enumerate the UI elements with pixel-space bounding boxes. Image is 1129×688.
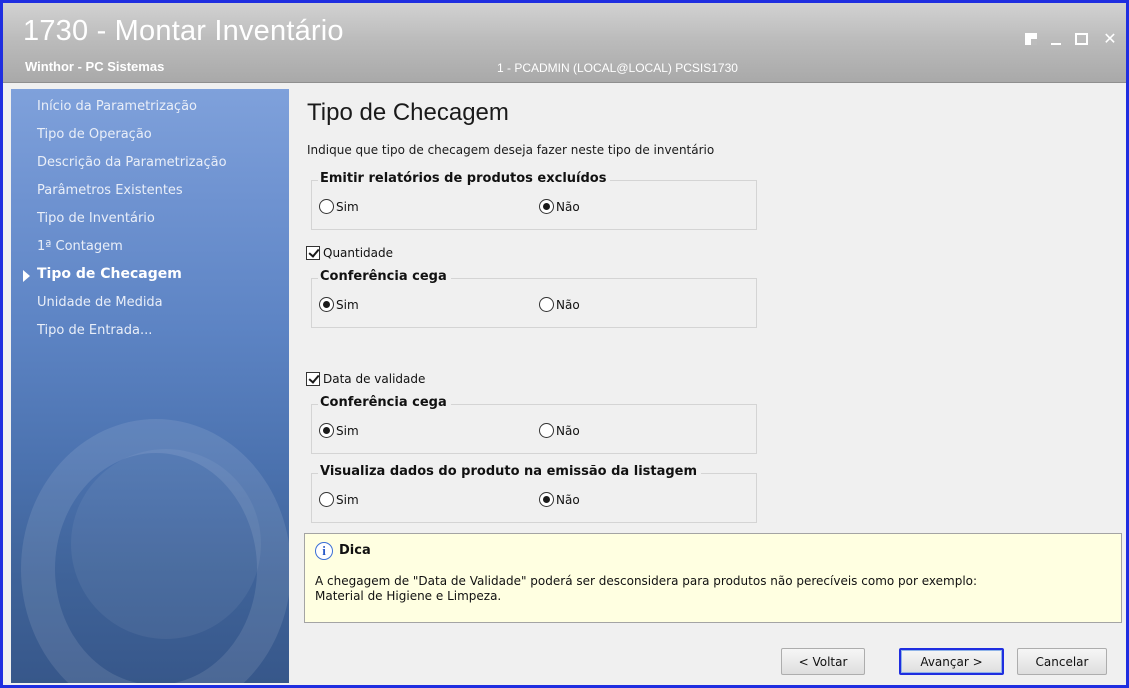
group-title: Conferência cega: [318, 269, 451, 284]
wizard-content: Tipo de Checagem Indique que tipo de che…: [295, 89, 1125, 683]
radio-dot: [319, 423, 334, 438]
step-tipo-operacao: Tipo de Operação: [37, 127, 152, 142]
step-tipo-entrada: Tipo de Entrada...: [37, 323, 153, 338]
radio-visualiza-sim[interactable]: Sim: [319, 492, 359, 507]
group-title: Visualiza dados do produto na emissão da…: [318, 464, 702, 479]
maximize-icon[interactable]: [1075, 33, 1088, 45]
step-parametros-existentes: Parâmetros Existentes: [37, 183, 183, 198]
radio-dot: [319, 199, 334, 214]
title-bar[interactable]: 1730 - Montar Inventário Winthor - PC Si…: [3, 3, 1126, 83]
minimize-icon[interactable]: [1051, 43, 1061, 45]
cancel-button[interactable]: Cancelar: [1017, 648, 1107, 675]
tip-text-line: A chegagem de "Data de Validade" poderá …: [315, 574, 978, 588]
radio-visualiza-nao[interactable]: Não: [539, 492, 580, 507]
group-conferencia-cega-quantidade: Conferência cega Sim Não: [311, 269, 757, 328]
checkbox-box: [306, 372, 320, 386]
radio-label: Não: [556, 423, 580, 438]
window-controls: ✕: [1025, 29, 1118, 49]
radio-label: Sim: [336, 492, 359, 507]
radio-label: Não: [556, 492, 580, 507]
radio-label: Sim: [336, 199, 359, 214]
radio-dot: [539, 492, 554, 507]
wizard-window: 1730 - Montar Inventário Winthor - PC Si…: [0, 0, 1129, 688]
step-tipo-inventario: Tipo de Inventário: [37, 211, 155, 226]
radio-excluidos-sim[interactable]: Sim: [319, 199, 359, 214]
close-icon[interactable]: ✕: [1102, 31, 1118, 47]
radio-dot: [539, 199, 554, 214]
watermark-logo-inner: [71, 449, 261, 639]
group-emitir-relatorios: Emitir relatórios de produtos excluídos …: [311, 171, 757, 230]
current-step-arrow-icon: [23, 270, 30, 282]
checkbox-label: Data de validade: [323, 372, 426, 386]
checkbox-box: [306, 246, 320, 260]
window-subtitle: Winthor - PC Sistemas: [25, 59, 165, 74]
radio-dot: [539, 423, 554, 438]
next-button[interactable]: Avançar >: [899, 648, 1004, 675]
user-info: 1 - PCADMIN (LOCAL@LOCAL) PCSIS1730: [497, 61, 738, 75]
tip-box: i Dica A chegagem de "Data de Validade" …: [304, 533, 1122, 623]
radio-excluidos-nao[interactable]: Não: [539, 199, 580, 214]
radio-validade-cega-sim[interactable]: Sim: [319, 423, 359, 438]
checkbox-quantidade[interactable]: Quantidade: [306, 246, 393, 260]
page-title: Tipo de Checagem: [307, 99, 509, 126]
group-title: Conferência cega: [318, 395, 451, 410]
step-unidade-medida: Unidade de Medida: [37, 295, 163, 310]
wizard-steps-sidebar: Início da Parametrização Tipo de Operaçã…: [11, 89, 289, 683]
radio-dot: [319, 492, 334, 507]
group-visualiza-dados: Visualiza dados do produto na emissão da…: [311, 464, 757, 523]
checkbox-data-validade[interactable]: Data de validade: [306, 372, 425, 386]
radio-quantidade-cega-nao[interactable]: Não: [539, 297, 580, 312]
radio-quantidade-cega-sim[interactable]: Sim: [319, 297, 359, 312]
step-tipo-checagem: Tipo de Checagem: [37, 266, 182, 282]
tip-text-line: Material de Higiene e Limpeza.: [315, 589, 502, 603]
page-description: Indique que tipo de checagem deseja faze…: [307, 143, 715, 157]
checkbox-label: Quantidade: [323, 246, 394, 260]
radio-label: Não: [556, 199, 580, 214]
group-title: Emitir relatórios de produtos excluídos: [318, 171, 611, 186]
radio-label: Sim: [336, 297, 359, 312]
back-button[interactable]: < Voltar: [781, 648, 865, 675]
radio-validade-cega-nao[interactable]: Não: [539, 423, 580, 438]
group-conferencia-cega-validade: Conferência cega Sim Não: [311, 395, 757, 454]
radio-label: Sim: [336, 423, 359, 438]
tip-text: A chegagem de "Data de Validade" poderá …: [315, 574, 1115, 604]
info-icon: i: [315, 542, 333, 560]
window-title: 1730 - Montar Inventário: [23, 15, 344, 47]
radio-dot: [539, 297, 554, 312]
restore-icon[interactable]: [1025, 33, 1037, 45]
step-descricao-parametrizacao: Descrição da Parametrização: [37, 155, 227, 170]
radio-dot: [319, 297, 334, 312]
step-inicio-parametrizacao: Início da Parametrização: [37, 99, 197, 114]
radio-label: Não: [556, 297, 580, 312]
tip-title: Dica: [339, 543, 371, 558]
step-primeira-contagem: 1ª Contagem: [37, 239, 123, 254]
